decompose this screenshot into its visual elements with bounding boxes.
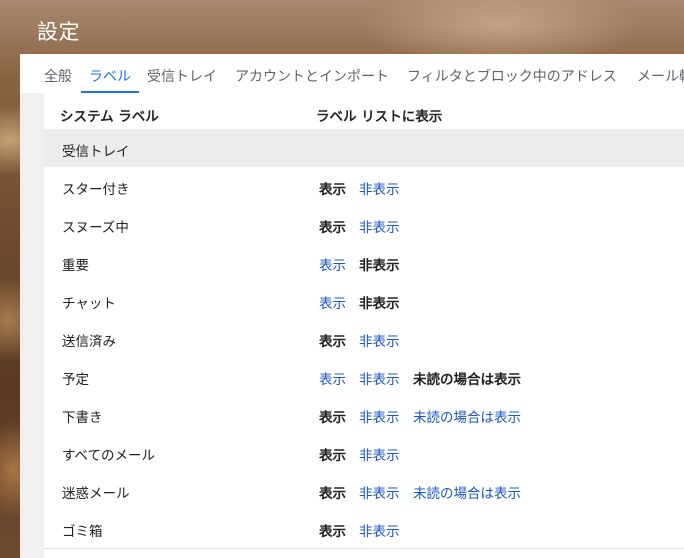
label-name: 送信済み <box>62 334 116 350</box>
settings-tabs: 全般 ラベル 受信トレイ アカウントとインポート フィルタとブロック中のアドレス… <box>20 54 684 93</box>
tab-inbox[interactable]: 受信トレイ <box>147 66 217 86</box>
table-header: システム ラベル ラベル リストに表示 <box>44 93 684 129</box>
label-row: 下書き 表示 非表示 未読の場合は表示 <box>44 395 684 433</box>
label-row: 予定 表示 非表示 未読の場合は表示 <box>44 357 684 395</box>
option-show-selected: 表示 <box>319 182 346 198</box>
label-name: 重要 <box>62 258 89 274</box>
label-row: スター付き 表示 非表示 <box>44 167 684 205</box>
system-labels-header: システム ラベル <box>60 109 159 125</box>
label-row: 受信トレイ <box>44 129 684 167</box>
option-hide-selected: 非表示 <box>359 296 400 312</box>
label-row: 重要 表示 非表示 <box>44 243 684 281</box>
label-row: すべてのメール 表示 非表示 <box>44 433 684 471</box>
option-show-selected: 表示 <box>319 524 346 540</box>
label-name: 受信トレイ <box>62 144 130 160</box>
label-name: 予定 <box>62 372 89 388</box>
label-row: チャット 表示 非表示 <box>44 281 684 319</box>
label-name: スヌーズ中 <box>62 220 129 236</box>
option-show-selected: 表示 <box>319 448 346 464</box>
option-show-link[interactable]: 表示 <box>319 254 346 274</box>
option-hide-link[interactable]: 非表示 <box>359 330 400 350</box>
label-name: 迷惑メール <box>62 486 130 502</box>
label-row: 送信済み 表示 非表示 <box>44 319 684 357</box>
option-show-link[interactable]: 表示 <box>319 368 346 388</box>
option-show-selected: 表示 <box>319 486 346 502</box>
label-name: チャット <box>62 296 116 312</box>
option-hide-link[interactable]: 非表示 <box>359 406 400 426</box>
label-row: ゴミ箱 表示 非表示 <box>44 509 684 547</box>
option-show-if-unread-selected: 未読の場合は表示 <box>413 372 521 388</box>
option-show-if-unread-link[interactable]: 未読の場合は表示 <box>413 406 521 426</box>
tab-filters-blocked[interactable]: フィルタとブロック中のアドレス <box>407 66 617 86</box>
option-show-selected: 表示 <box>319 410 346 426</box>
option-show-link[interactable]: 表示 <box>319 292 346 312</box>
divider <box>44 548 684 549</box>
option-show-selected: 表示 <box>319 220 346 236</box>
option-hide-link[interactable]: 非表示 <box>359 520 400 540</box>
show-in-list-header: ラベル リストに表示 <box>316 109 443 125</box>
label-row: スヌーズ中 表示 非表示 <box>44 205 684 243</box>
settings-title: 設定 <box>37 20 80 44</box>
option-hide-link[interactable]: 非表示 <box>359 368 400 388</box>
label-name: すべてのメール <box>62 448 156 464</box>
tab-general[interactable]: 全般 <box>44 66 72 86</box>
label-name: ゴミ箱 <box>62 524 103 540</box>
labels-settings-content: システム ラベル ラベル リストに表示 受信トレイ スター付き 表示 非表示 スヌーズ中… <box>44 93 684 558</box>
option-hide-link[interactable]: 非表示 <box>359 444 400 464</box>
tab-accounts-import[interactable]: アカウントとインポート <box>235 66 389 86</box>
settings-panel: 全般 ラベル 受信トレイ アカウントとインポート フィルタとブロック中のアドレス… <box>20 54 684 558</box>
tab-forwarding[interactable]: メール転 <box>637 66 684 86</box>
option-hide-selected: 非表示 <box>359 258 400 274</box>
tab-labels[interactable]: ラベル <box>89 66 131 86</box>
option-hide-link[interactable]: 非表示 <box>359 482 400 502</box>
option-show-selected: 表示 <box>319 334 346 350</box>
option-show-if-unread-link[interactable]: 未読の場合は表示 <box>413 482 521 502</box>
label-row: 迷惑メール 表示 非表示 未読の場合は表示 <box>44 471 684 509</box>
label-name: スター付き <box>62 182 130 198</box>
option-hide-link[interactable]: 非表示 <box>359 178 400 198</box>
option-hide-link[interactable]: 非表示 <box>359 216 400 236</box>
label-name: 下書き <box>62 410 103 426</box>
